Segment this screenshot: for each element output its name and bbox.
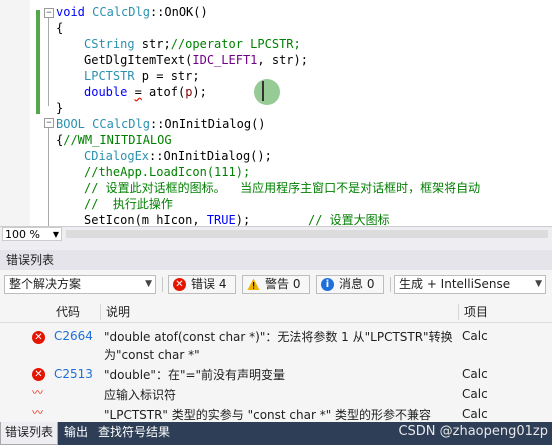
tab-error-list[interactable]: 错误列表 [0, 422, 58, 445]
mouse-cursor-highlight [254, 79, 280, 105]
error-description: "double atof(const char *)"：无法将参数 1 从"LP… [104, 330, 453, 362]
error-list-panel: 错误列表 整个解决方案 ▼ ✕ 错误 4 警告 0 i 消息 0 生成 + Int… [0, 250, 552, 422]
error-row[interactable]: 〰 应输入标识符 Calc [0, 386, 552, 404]
code-line: //theApp.LoadIcon(111); [84, 165, 251, 179]
code-line: BOOL CCalcDlg::OnInitDialog() [56, 117, 266, 131]
zoom-dropdown[interactable]: 100 % ▼ [2, 227, 62, 241]
code-line: // 执行此操作 [84, 197, 173, 211]
changed-lines-indicator [36, 10, 40, 114]
error-project: Calc [462, 329, 488, 343]
messages-filter-button[interactable]: i 消息 0 [316, 275, 384, 294]
error-list-toolbar: 整个解决方案 ▼ ✕ 错误 4 警告 0 i 消息 0 生成 + IntelliS… [0, 272, 552, 298]
text-cursor-icon [262, 81, 264, 101]
code-line: // 设置此对话框的图标。 当应用程序主窗口不是对话框时，框架将自动 [84, 181, 481, 195]
error-row[interactable]: ✕ C2664 "double atof(const char *)"：无法将参… [0, 328, 552, 364]
chevron-down-icon: ▼ [52, 230, 59, 239]
code-line: CDialogEx::OnInitDialog(); [84, 149, 272, 163]
chevron-down-icon: ▼ [535, 279, 542, 289]
error-icon: ✕ [32, 368, 45, 381]
build-source-combo[interactable]: 生成 + IntelliSense ▼ [394, 275, 546, 294]
tab-output[interactable]: 输出 [60, 422, 92, 445]
code-line: void CCalcDlg::OnOK() [56, 5, 208, 19]
tab-find-symbol-results[interactable]: 查找符号结果 [94, 422, 174, 445]
code-line: { [56, 21, 64, 35]
panel-title: 错误列表 [0, 250, 552, 270]
code-editor[interactable]: − − void CCalcDlg::OnOK() { CString str;… [0, 0, 552, 226]
error-icon: ✕ [173, 278, 186, 291]
column-header-row: 代码 说明 项目 [0, 302, 552, 323]
errors-filter-button[interactable]: ✕ 错误 4 [168, 275, 236, 294]
collapse-icon[interactable]: − [44, 118, 54, 128]
bottom-tab-bar: 错误列表 输出 查找符号结果 CSDN @zhaopeng01zp [0, 422, 552, 445]
column-header-description[interactable]: 说明 [106, 302, 130, 322]
error-project: Calc [462, 367, 488, 381]
code-line: GetDlgItemText(IDC_LEFT1, str); [84, 53, 308, 67]
intellisense-error-icon: 〰 [32, 406, 43, 419]
outline-line [48, 18, 49, 106]
watermark: CSDN @zhaopeng01zp [398, 424, 548, 439]
code-line: {//WM_INITDIALOG [56, 133, 172, 147]
error-code-link[interactable]: C2664 [54, 329, 93, 343]
editor-status-bar: 100 % ▼ [0, 226, 552, 242]
warnings-filter-button[interactable]: 警告 0 [242, 275, 310, 294]
error-project: Calc [462, 387, 488, 401]
error-description: "LPCTSTR" 类型的实参与 "const char *" 类型的形参不兼容 [104, 408, 432, 422]
code-line: CString str;//operator LPCSTR; [84, 37, 301, 51]
code-line: SetIcon(m_hIcon, TRUE); // 设置大图标 [84, 213, 390, 226]
separator [162, 277, 163, 292]
intellisense-error-icon: 〰 [32, 386, 43, 399]
error-row[interactable]: ✕ C2513 "double"：在"="前没有声明变量 Calc [0, 366, 552, 384]
column-divider[interactable] [458, 304, 459, 320]
editor-margin [0, 0, 30, 226]
horizontal-scrollbar[interactable] [66, 230, 548, 238]
error-icon: ✕ [32, 331, 45, 344]
column-divider[interactable] [100, 304, 101, 320]
error-description: 应输入标识符 [104, 388, 177, 402]
info-icon: i [321, 278, 334, 291]
error-row[interactable]: 〰 "LPCTSTR" 类型的实参与 "const char *" 类型的形参不… [0, 406, 552, 422]
code-line: } [56, 101, 64, 115]
warning-icon [247, 278, 260, 291]
collapse-icon[interactable]: − [44, 8, 54, 18]
column-header-project[interactable]: 项目 [464, 302, 488, 322]
code-line: double = atof(p); [84, 85, 207, 99]
error-description: "double"：在"="前没有声明变量 [104, 368, 286, 382]
separator [390, 277, 391, 292]
column-header-code[interactable]: 代码 [56, 302, 80, 322]
chevron-down-icon: ▼ [145, 279, 152, 289]
code-line: LPCTSTR p = str; [84, 69, 200, 83]
outline-line [48, 128, 49, 226]
error-code-link[interactable]: C2513 [54, 367, 93, 381]
error-project: Calc [462, 407, 488, 421]
scope-combo[interactable]: 整个解决方案 ▼ [4, 275, 156, 294]
